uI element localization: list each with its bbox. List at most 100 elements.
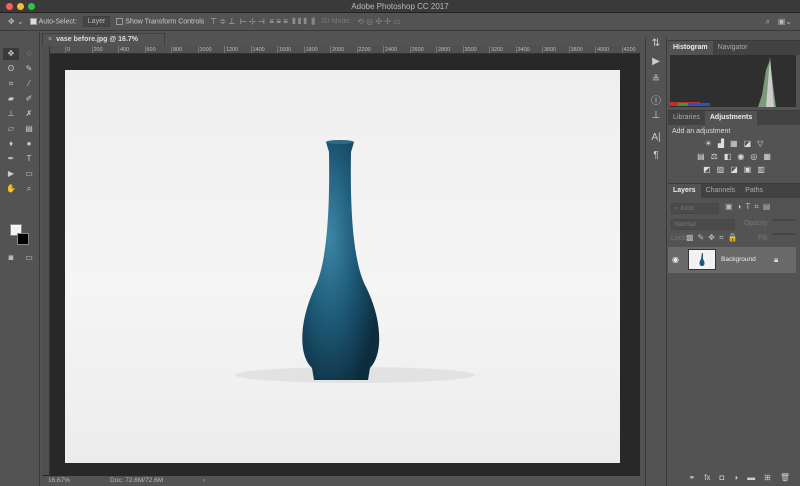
invert-icon: ◩ [703, 165, 711, 174]
adjustment-icons-row-1[interactable]: ☀ ▟ ▦ ◪ ▽ [668, 139, 800, 148]
trash-icon[interactable]: 🗑︎ [780, 473, 790, 482]
search-icon[interactable]: ⌕ [766, 17, 770, 27]
adjustments-panel: Libraries Adjustments Add an adjustment ☀… [668, 110, 800, 182]
history-icon[interactable]: ⇅ [646, 38, 666, 56]
paragraph-icon[interactable]: ¶ [646, 150, 666, 168]
background-color-swatch[interactable] [17, 233, 29, 245]
move-tool-icon[interactable]: ✥ ⌄ [8, 17, 24, 26]
zoom-level[interactable]: 16.67% [48, 476, 70, 486]
status-menu-arrow[interactable]: › [203, 476, 205, 486]
quick-select-tool-icon[interactable]: ✎ [21, 63, 37, 75]
crop-tool-icon[interactable]: ⌗ [3, 78, 19, 90]
photo-filter-icon: ◉ [737, 152, 745, 161]
app-title: Adobe Photoshop CC 2017 [351, 2, 449, 11]
marquee-tool-icon[interactable]: ◌ [21, 48, 37, 60]
horizontal-ruler[interactable]: 0 200 400 600 800 1000 1200 1400 1600 1800 2000 220… [50, 46, 640, 54]
visibility-eye-icon[interactable]: ◉ [672, 255, 679, 264]
tab-channels[interactable]: Channels [701, 184, 741, 198]
show-transform-checkbox[interactable]: Show Transform Controls [116, 17, 205, 26]
3d-mode-icons[interactable]: ⟲ ◎ ✣ ✢ ▭ [357, 17, 401, 26]
ruler-tick: 600 [144, 46, 172, 53]
lock-icon: 🔒︎ [774, 255, 779, 264]
eraser-tool-icon[interactable]: ▱ [3, 123, 19, 135]
layer-thumbnail [688, 249, 716, 270]
mask-icon[interactable]: ◘ [719, 473, 724, 482]
fx-icon[interactable]: fx [704, 473, 710, 482]
ruler-tick: 2600 [409, 46, 437, 53]
align-icons[interactable]: ⊤ ≑ ⊥ ⊢ ⊹ ⊣ ≡ ≡ ≡ ⫴ ⫴ ⫴ ⫼ [210, 17, 315, 27]
ruler-tick: 3400 [515, 46, 543, 53]
minimize-window-button[interactable] [17, 3, 24, 10]
info-icon[interactable]: ⓘ [646, 92, 666, 110]
adjustment-icons-row-3[interactable]: ◩ ▨ ◪ ▣ ▥ [668, 165, 800, 174]
auto-select-dropdown[interactable]: Layer [82, 16, 111, 27]
ruler-tick: 0 [65, 46, 92, 53]
blend-mode-dropdown[interactable]: Normal [671, 219, 735, 230]
vibrance-icon: ▽ [757, 139, 764, 148]
clone-source-icon[interactable]: ⊥ [646, 110, 666, 132]
path-select-icon[interactable]: ▶ [3, 168, 19, 180]
tab-libraries[interactable]: Libraries [668, 111, 705, 125]
shape-tool-icon[interactable]: ▭ [21, 168, 37, 180]
screen-mode-icon[interactable]: ▭ [21, 252, 37, 264]
fill-label: Fill: [758, 235, 769, 242]
properties-icon[interactable]: ≗ [646, 74, 666, 92]
dodge-tool-icon[interactable]: ● [21, 138, 37, 150]
canvas-image[interactable] [65, 70, 620, 463]
color-balance-icon: ⚖ [710, 152, 718, 161]
document-tab[interactable]: ×vase before.jpg @ 16.7% (RGB/8) [42, 33, 165, 55]
brightness-icon: ☀ [704, 139, 712, 148]
zoom-tool-icon[interactable]: ⌕ [21, 183, 37, 195]
title-bar: Adobe Photoshop CC 2017 [0, 0, 800, 13]
stamp-tool-icon[interactable]: ⊥ [3, 108, 19, 120]
ruler-tick: 3600 [542, 46, 569, 53]
ruler-tick: 3800 [568, 46, 596, 53]
auto-select-label: Auto-Select: [38, 18, 77, 26]
lock-icons[interactable]: ▩✎✥⌗🔒 [686, 233, 741, 243]
actions-play-icon[interactable]: ▶ [646, 56, 666, 74]
move-tool-icon[interactable]: ✥ [3, 48, 19, 60]
ruler-tick: 800 [171, 46, 198, 53]
show-transform-label: Show Transform Controls [125, 18, 205, 26]
adjustment-icons-row-2[interactable]: ▤ ⚖ ◧ ◉ ◎ ▦ [668, 152, 800, 161]
gradient-tool-icon[interactable]: ▤ [21, 123, 37, 135]
tab-paths[interactable]: Paths [740, 184, 768, 198]
tab-adjustments[interactable]: Adjustments [704, 111, 758, 125]
vertical-ruler[interactable] [42, 46, 50, 475]
kind-filter[interactable]: ⌕ Kind [671, 203, 719, 214]
healing-tool-icon[interactable]: ▰ [3, 93, 19, 105]
group-icon[interactable]: ▬ [747, 473, 755, 482]
ruler-tick: 3000 [462, 46, 490, 53]
history-brush-icon[interactable]: ✗ [21, 108, 37, 120]
workspace-icon[interactable]: ▣⌄ [778, 17, 792, 26]
opacity-field[interactable] [772, 219, 796, 221]
character-icon[interactable]: A| [646, 132, 666, 150]
pen-tool-icon[interactable]: ✒ [3, 153, 19, 165]
blur-tool-icon[interactable]: ♦ [3, 138, 19, 150]
close-tab-icon[interactable]: × [48, 36, 52, 43]
type-tool-icon[interactable]: T [21, 153, 37, 165]
layer-name: Background [721, 256, 756, 263]
tab-histogram[interactable]: Histogram [668, 41, 713, 55]
fill-field[interactable] [772, 233, 796, 235]
ruler-tick: 1200 [224, 46, 251, 53]
brush-tool-icon[interactable]: ✐ [21, 93, 37, 105]
auto-select-checkbox[interactable]: Auto-Select: [29, 17, 77, 26]
quick-mask-icon[interactable]: ◙ [3, 252, 19, 264]
eyedropper-tool-icon[interactable]: ⁄ [21, 78, 37, 90]
opacity-label: Opacity: [744, 220, 770, 227]
threshold-icon: ◪ [730, 165, 738, 174]
new-layer-icon[interactable]: ⊞ [764, 473, 771, 482]
vase-photo [235, 140, 475, 383]
link-icon[interactable]: ⚭ [689, 473, 696, 482]
adjustment-layer-icon[interactable]: ◑ [733, 473, 738, 482]
layer-filter-icons[interactable]: ▣◑T⌗▤ [725, 202, 774, 212]
tab-layers[interactable]: Layers [668, 184, 701, 198]
tools-panel: ✥ ◌ ʘ ✎ ⌗ ⁄ ▰ ✐ ⊥ ✗ ▱ ▤ ♦ ● ✒ T ▶ ▭ ✋ ⌕ … [0, 32, 40, 486]
tab-navigator[interactable]: Navigator [713, 41, 753, 55]
close-window-button[interactable] [6, 3, 13, 10]
ruler-tick: 2200 [356, 46, 384, 53]
hand-tool-icon[interactable]: ✋ [3, 183, 19, 195]
maximize-window-button[interactable] [28, 3, 35, 10]
lasso-tool-icon[interactable]: ʘ [3, 63, 19, 75]
